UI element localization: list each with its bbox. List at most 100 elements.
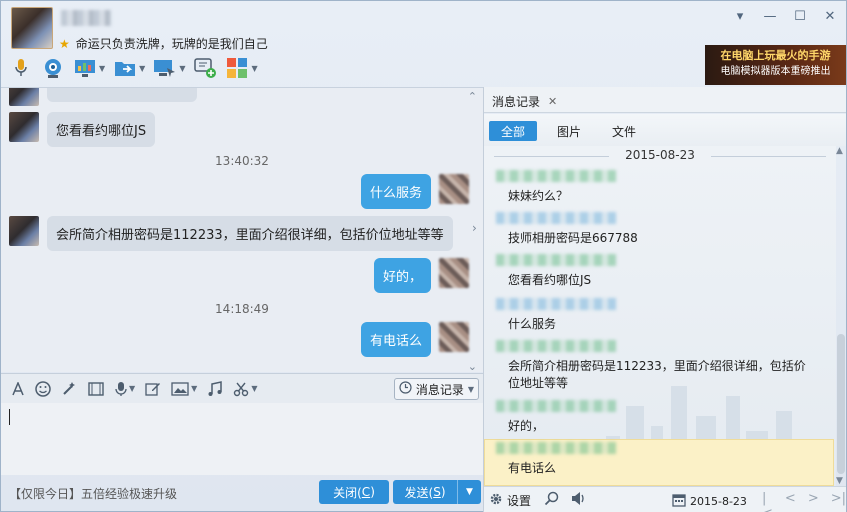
history-bottom-bar: 设置 2015-8-23 |< < > >| <box>484 486 846 512</box>
gear-icon <box>489 492 503 509</box>
video-clip-icon[interactable] <box>87 381 105 397</box>
history-record[interactable]: 什么服务 <box>484 298 836 333</box>
chat-add-icon <box>193 57 217 79</box>
video-call-button[interactable] <box>41 55 65 81</box>
tab-message-history[interactable]: 消息记录 ✕ <box>492 93 557 110</box>
history-record[interactable]: 有电话么 <box>484 442 836 477</box>
image-icon[interactable]: ▼ <box>171 381 197 397</box>
message-row-out: 好的， <box>373 258 469 293</box>
chevron-down-icon[interactable]: ▼ <box>251 384 257 393</box>
ad-banner[interactable]: 在电脑上玩最火的手游 电脑模拟器版本重磅推出 <box>705 45 846 85</box>
create-discussion-button[interactable] <box>193 55 217 81</box>
chat-header: ★ 命运只负责洗牌，玩牌的是我们自己 ▾ — ☐ ✕ ▼ ▼ ▼ ▼ 在电脑上玩… <box>1 1 846 87</box>
star-icon: ★ <box>59 36 70 51</box>
contact-avatar[interactable] <box>11 7 53 49</box>
contact-avatar-small[interactable] <box>9 112 39 142</box>
history-record-header <box>496 254 616 266</box>
message-timestamp: 13:40:32 <box>215 154 269 168</box>
minimize-button[interactable]: — <box>762 9 778 25</box>
chat-toolbar: ▼ ▼ ▼ ▼ <box>9 55 258 81</box>
history-record-text: 会所简介相册密码是112233，里面介绍很详细，包括价位地址等等 <box>508 359 806 390</box>
close-tab-icon[interactable]: ✕ <box>548 95 557 108</box>
apps-button[interactable]: ▼ <box>225 55 258 81</box>
close-chat-button[interactable]: 关闭(C) <box>319 480 389 504</box>
history-settings-button[interactable]: 设置 <box>489 492 531 509</box>
send-options-button[interactable]: ▼ <box>457 480 481 504</box>
send-file-button[interactable]: ▼ <box>113 55 145 81</box>
first-page-icon[interactable]: |< <box>762 491 773 512</box>
message-bubble-in: 会所简介相册密码是112233，里面介绍很详细，包括价位地址等等 <box>47 216 453 251</box>
voice-call-button[interactable] <box>9 55 33 81</box>
message-input[interactable] <box>1 403 483 475</box>
message-history-button[interactable]: 消息记录 ▼ <box>393 378 479 400</box>
filter-files[interactable]: 文件 <box>612 123 636 140</box>
search-icon[interactable] <box>544 491 559 510</box>
chevron-down-icon[interactable]: ▼ <box>191 384 197 393</box>
history-date-picker[interactable]: 2015-8-23 <box>672 493 747 510</box>
my-avatar[interactable] <box>439 174 469 204</box>
emoji-icon[interactable] <box>35 380 51 397</box>
send-label: 发送( <box>404 485 434 500</box>
send-button[interactable]: 发送(S) <box>393 480 457 504</box>
message-bubble-out: 有电话么 <box>360 322 431 357</box>
scrollbar-thumb[interactable] <box>837 334 845 474</box>
scissors-icon[interactable]: ▼ <box>233 381 257 397</box>
edit-icon[interactable] <box>145 381 161 397</box>
filter-all[interactable]: 全部 <box>489 121 537 141</box>
screenshot-button[interactable]: ▼ <box>153 55 185 81</box>
history-record[interactable]: 您看看约哪位JS <box>484 254 836 289</box>
history-record-text: 好的， <box>508 419 545 433</box>
chevron-down-icon[interactable]: ▼ <box>179 64 185 73</box>
voice-message-icon[interactable]: ▼ <box>115 381 135 397</box>
history-record[interactable]: 技师相册密码是667788 <box>484 212 836 247</box>
next-page-icon[interactable]: > <box>808 491 819 512</box>
history-filter-bar: 全部 图片 文件 <box>484 114 846 146</box>
clock-icon <box>399 381 412 397</box>
contact-avatar-small[interactable] <box>9 216 39 246</box>
scroll-up-icon[interactable]: ▲ <box>836 146 843 156</box>
message-row-in: 会所简介相册密码是112233，里面介绍很详细，包括价位地址等等 <box>9 216 453 251</box>
scroll-up-icon[interactable]: ⌃ <box>468 90 477 103</box>
close-button[interactable]: ✕ <box>822 9 838 25</box>
promo-link[interactable]: 【仅限今日】五倍经验极速升级 <box>9 485 177 502</box>
window-controls: ▾ — ☐ ✕ <box>732 9 838 25</box>
contact-avatar-small[interactable] <box>9 88 39 106</box>
chevron-down-icon[interactable]: ▼ <box>139 64 145 73</box>
message-row-out: 有电话么 <box>360 322 469 357</box>
chevron-down-icon[interactable]: ▼ <box>251 64 257 73</box>
history-list[interactable]: 2015-08-23 妹妹约么？ 技师相册密码是667788 您看看约哪位JS … <box>484 146 836 486</box>
prev-page-icon[interactable]: < <box>785 491 796 512</box>
history-record[interactable]: 会所简介相册密码是112233，里面介绍很详细，包括价位地址等等 <box>484 340 836 392</box>
filter-pictures[interactable]: 图片 <box>557 123 581 140</box>
history-record-header <box>496 442 616 454</box>
message-bubble-out: 好的， <box>373 258 431 293</box>
close-chat-label: 关闭( <box>333 485 362 500</box>
history-record[interactable]: 妹妹约么？ <box>484 170 836 205</box>
send-label-end: ) <box>440 485 446 499</box>
remote-desktop-button[interactable]: ▼ <box>73 55 105 81</box>
history-record-header <box>496 212 616 224</box>
history-date: 2015-08-23 <box>484 148 836 162</box>
scroll-down-icon[interactable]: ⌄ <box>468 360 477 372</box>
dropdown-icon[interactable]: ▾ <box>732 9 748 25</box>
chevron-down-icon[interactable]: ▼ <box>129 384 135 393</box>
history-record-text: 您看看约哪位JS <box>508 273 592 287</box>
maximize-button[interactable]: ☐ <box>792 9 808 25</box>
my-avatar[interactable] <box>439 322 469 352</box>
history-scrollbar[interactable]: ▲ ▼ <box>836 146 846 486</box>
date-picker-value: 2015-8-23 <box>690 495 747 508</box>
collapse-panel-icon[interactable]: › <box>472 221 477 235</box>
contact-nickname[interactable] <box>61 10 111 26</box>
magic-wand-icon[interactable] <box>61 381 77 397</box>
my-avatar[interactable] <box>439 258 469 288</box>
font-icon[interactable] <box>11 381 25 396</box>
speaker-icon[interactable] <box>571 491 587 510</box>
ad-line1: 在电脑上玩最火的手游 <box>720 49 831 62</box>
chevron-down-icon[interactable]: ▼ <box>99 64 105 73</box>
history-record[interactable]: 好的， <box>484 400 836 435</box>
scroll-down-icon[interactable]: ▼ <box>836 476 843 486</box>
history-record-header <box>496 170 616 182</box>
music-icon[interactable] <box>207 380 223 397</box>
chat-messages-area[interactable]: ⌃ 您看看约哪位JS 13:40:32 什么服务 会所简介相册密码是112233… <box>1 87 483 372</box>
last-page-icon[interactable]: >| <box>831 491 846 512</box>
